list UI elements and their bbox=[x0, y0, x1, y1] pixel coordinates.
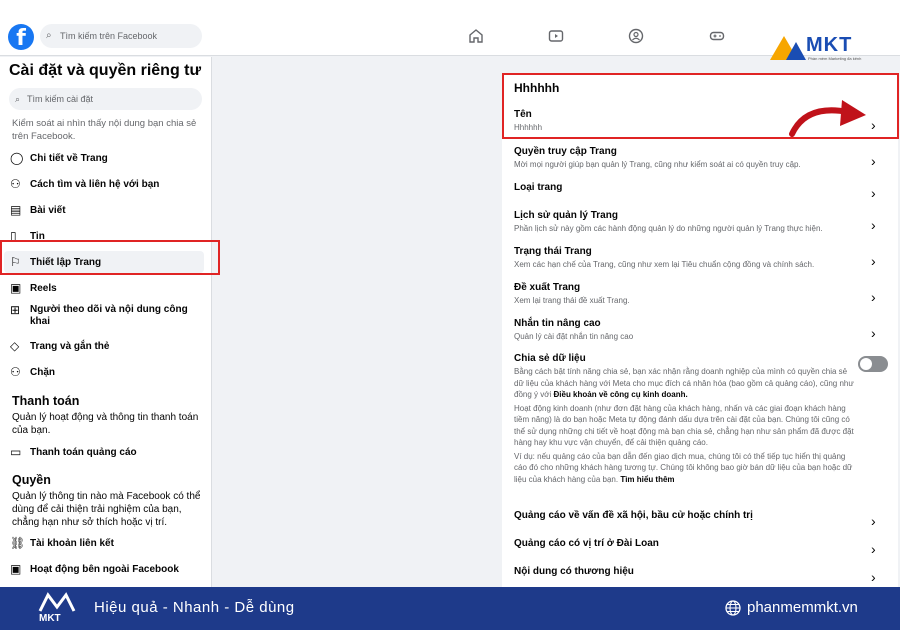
chevron-right-icon: › bbox=[871, 569, 876, 585]
permissions-heading: Quyền bbox=[12, 473, 51, 487]
search-icon: ⌕ bbox=[15, 94, 21, 104]
mkt-tagline: Phần mềm Marketing đa kênh bbox=[808, 56, 862, 61]
sidebar-intro: Kiểm soát ai nhìn thấy nội dung bạn chia… bbox=[12, 118, 197, 142]
setting-row-page-status[interactable]: Trạng thái Trang Xem các hạn chế của Tra… bbox=[514, 246, 889, 274]
gaming-icon[interactable] bbox=[709, 28, 725, 44]
chevron-right-icon: › bbox=[871, 217, 876, 233]
setting-row-taiwan-ads[interactable]: Quảng cáo có vị trí ở Đài Loan › bbox=[514, 538, 889, 558]
data-sharing-toggle[interactable] bbox=[858, 356, 888, 372]
business-tools-terms-link[interactable]: Điều khoản về công cụ kinh doanh. bbox=[554, 390, 688, 399]
sidebar-item-posts[interactable]: ▤ Bài viết bbox=[4, 199, 204, 221]
sidebar-item-page-details[interactable]: ◯ Chi tiết về Trang bbox=[4, 147, 204, 169]
chevron-right-icon: › bbox=[871, 541, 876, 557]
activity-icon: ▣ bbox=[10, 562, 22, 576]
chevron-right-icon: › bbox=[871, 185, 876, 201]
payments-heading: Thanh toán bbox=[12, 394, 80, 408]
banner-logo-text: MKT bbox=[39, 613, 61, 624]
tag-icon: ◇ bbox=[10, 339, 20, 353]
red-arrow-icon bbox=[789, 100, 866, 137]
setting-row-data-sharing: Chia sẻ dữ liệu Bằng cách bật tính năng … bbox=[514, 353, 854, 484]
setting-row-branded-content[interactable]: Nội dung có thương hiệu › bbox=[514, 566, 889, 586]
home-icon[interactable] bbox=[468, 28, 484, 44]
banner-mkt-logo: MKT bbox=[38, 591, 78, 627]
mkt-logo-mark-icon bbox=[38, 592, 76, 612]
highlight-box-page-setup bbox=[0, 240, 220, 275]
setting-row-page-type[interactable]: Loại trang › bbox=[514, 182, 889, 202]
sidebar-item-find-contact[interactable]: ⚇ Cách tìm và liên hệ với bạn bbox=[4, 173, 204, 195]
sidebar-item-ad-payments[interactable]: ▭ Thanh toán quảng cáo bbox=[4, 441, 204, 463]
permissions-desc: Quản lý thông tin nào mà Facebook có thể… bbox=[12, 491, 201, 528]
search-icon: ⌕ bbox=[46, 30, 52, 41]
setting-row-political-ads[interactable]: Quảng cáo về vấn đề xã hội, bầu cử hoặc … bbox=[514, 510, 889, 530]
settings-search-input[interactable]: ⌕ Tìm kiếm cài đặt bbox=[9, 88, 202, 110]
chevron-right-icon: › bbox=[871, 325, 876, 341]
learn-more-link[interactable]: Tìm hiểu thêm bbox=[620, 475, 674, 484]
mkt-logo: MKT Phần mềm Marketing đa kênh bbox=[770, 34, 890, 64]
sidebar-item-followers[interactable]: ⊞ Người theo dõi và nội dung công khai bbox=[4, 302, 204, 330]
mkt-logo-mark-inner-icon bbox=[786, 42, 806, 60]
user-circle-icon: ◯ bbox=[10, 151, 24, 165]
chevron-right-icon: › bbox=[871, 513, 876, 529]
video-icon[interactable] bbox=[548, 28, 564, 44]
chevron-right-icon: › bbox=[871, 253, 876, 269]
post-icon: ▤ bbox=[10, 203, 22, 217]
credit-card-icon: ▭ bbox=[10, 445, 22, 459]
followers-icon: ⊞ bbox=[10, 303, 21, 317]
globe-icon bbox=[725, 599, 741, 616]
block-user-icon: ⚇ bbox=[10, 365, 21, 379]
chevron-right-icon: › bbox=[871, 153, 876, 169]
data-sharing-paragraph-1: Bằng cách bật tính năng chia sẻ, bạn xác… bbox=[514, 367, 854, 399]
settings-sidebar: Cài đặt và quyền riêng tư ⌕ Tìm kiếm cài… bbox=[0, 57, 212, 587]
sidebar-item-reels[interactable]: ▣ Reels bbox=[4, 277, 204, 299]
sidebar-title: Cài đặt và quyền riêng tư bbox=[9, 62, 202, 79]
data-sharing-paragraph-2: Hoạt động kinh doanh (như đơn đặt hàng c… bbox=[514, 403, 854, 448]
setting-row-page-recommendations[interactable]: Đề xuất Trang Xem lại trang thái đề xuất… bbox=[514, 282, 889, 310]
setting-row-page-access[interactable]: Quyền truy cập Trang Mời mọi người giúp … bbox=[514, 146, 889, 174]
toggle-knob bbox=[860, 358, 872, 370]
bottom-banner: MKT Hiệu quả - Nhanh - Dễ dùng phanmemmk… bbox=[0, 587, 900, 630]
mkt-brand-text: MKT bbox=[806, 34, 853, 56]
facebook-logo-icon[interactable]: f bbox=[8, 24, 34, 50]
payments-desc: Quản lý hoạt động và thông tin thanh toá… bbox=[12, 412, 199, 436]
setting-row-management-history[interactable]: Lịch sử quản lý Trang Phần lịch sử này g… bbox=[514, 210, 889, 238]
setting-row-advanced-messaging[interactable]: Nhắn tin nâng cao Quản lý cài đặt nhắn t… bbox=[514, 318, 889, 346]
groups-icon[interactable] bbox=[628, 28, 644, 44]
chevron-right-icon: › bbox=[871, 289, 876, 305]
page-setup-panel: Hhhhhh Tên Hhhhhh › Quyền truy cập Trang… bbox=[502, 73, 898, 587]
sidebar-item-tagging[interactable]: ◇ Trang và gắn thẻ bbox=[4, 335, 204, 357]
banner-website: phanmemmkt.vn bbox=[725, 599, 858, 616]
facebook-search-input[interactable]: ⌕ Tìm kiếm trên Facebook bbox=[40, 24, 202, 48]
reels-icon: ▣ bbox=[10, 281, 22, 295]
top-navigation-bar: f ⌕ Tìm kiếm trên Facebook MKT Phần mềm … bbox=[0, 0, 900, 61]
sidebar-item-off-facebook-activity[interactable]: ▣ Hoạt động bên ngoài Facebook bbox=[4, 558, 204, 580]
user-search-icon: ⚇ bbox=[10, 177, 21, 191]
data-sharing-paragraph-3: Ví dụ: nếu quảng cáo của bạn dẫn đến gia… bbox=[514, 451, 853, 484]
sidebar-item-linked-accounts[interactable]: ⛓ Tài khoản liên kết bbox=[4, 532, 204, 554]
sidebar-item-blocking[interactable]: ⚇ Chặn bbox=[4, 361, 204, 383]
link-icon: ⛓ bbox=[10, 536, 26, 550]
banner-slogan: Hiệu quả - Nhanh - Dễ dùng bbox=[94, 599, 295, 616]
